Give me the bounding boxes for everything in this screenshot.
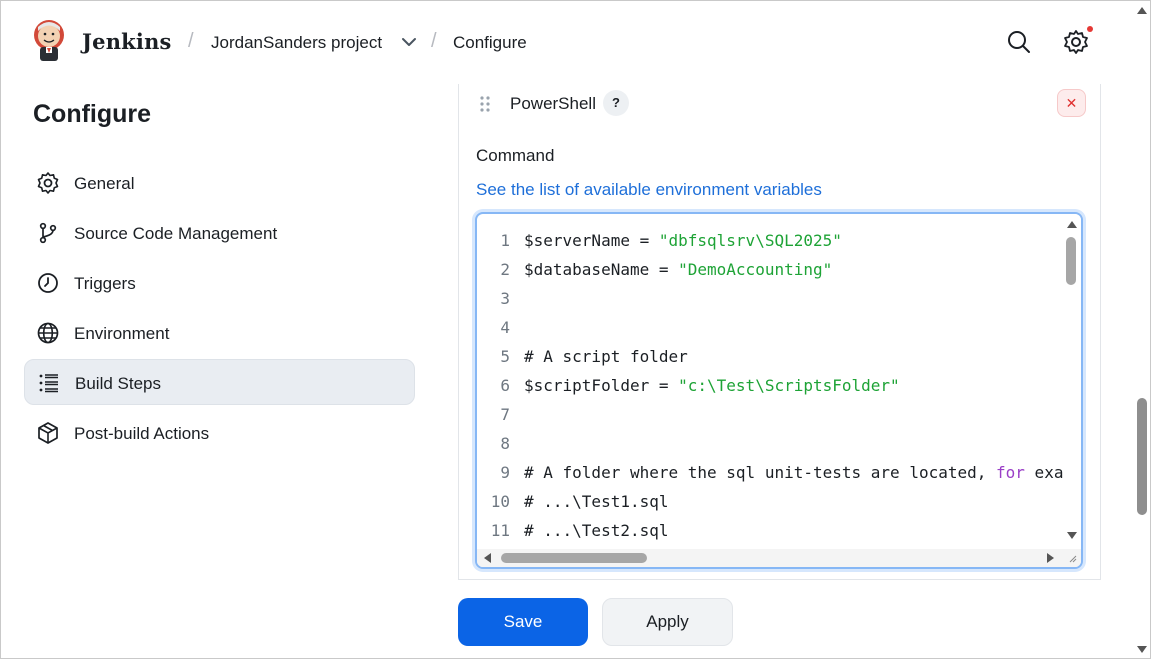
clock-icon: [38, 273, 58, 293]
code-line: 1 $serverName = "dbfsqlsrv\SQL2025": [477, 226, 1063, 255]
line-number: 7: [500, 405, 510, 424]
sidebar-item-label: Source Code Management: [74, 224, 278, 243]
sidebar-item-environment[interactable]: Environment: [24, 310, 415, 356]
branch-icon: [39, 222, 57, 244]
line-number: 3: [500, 289, 510, 308]
env-link-prefix: See: [476, 180, 507, 199]
scroll-right-icon[interactable]: [1047, 553, 1055, 563]
scroll-down-icon[interactable]: [1137, 646, 1147, 654]
gear-icon[interactable]: [1063, 29, 1089, 55]
env-vars-link[interactable]: the list of available environment variab…: [511, 180, 822, 199]
code-string: "c:\Test\ScriptsFolder": [678, 376, 900, 395]
code-line: 10 # ...\Test1.sql: [477, 487, 1063, 516]
scroll-down-icon[interactable]: [1067, 532, 1077, 540]
code-text: $scriptFolder =: [524, 376, 679, 395]
gear-icon: [37, 172, 59, 194]
command-editor[interactable]: 1 $serverName = "dbfsqlsrv\SQL2025" 2 $dat…: [475, 212, 1083, 569]
sidebar-item-label: Environment: [74, 324, 170, 343]
breadcrumb-separator: /: [431, 30, 437, 52]
step-title: PowerShell: [510, 94, 596, 113]
editor-vertical-thumb[interactable]: [1066, 237, 1076, 285]
env-vars-link-row: See the list of available environment va…: [476, 180, 822, 200]
chevron-down-icon[interactable]: [398, 32, 420, 52]
code-line: 8: [477, 429, 1063, 458]
code-text: # A folder where the sql unit-tests are …: [524, 463, 997, 482]
code-text: exa: [1024, 463, 1063, 482]
search-icon[interactable]: [1006, 29, 1032, 55]
top-header: Jenkins / JordanSanders project / Config…: [0, 0, 1133, 84]
code-line: 3: [477, 284, 1063, 313]
jenkins-logo[interactable]: [30, 17, 68, 65]
line-number: 11: [490, 521, 510, 540]
save-button[interactable]: Save: [458, 598, 588, 646]
sidebar-item-label: Post-build Actions: [74, 424, 210, 443]
globe-icon: [37, 322, 59, 344]
remove-step-button[interactable]: ✕: [1057, 89, 1086, 117]
list-icon: [39, 374, 58, 393]
scroll-up-icon[interactable]: [1137, 6, 1147, 14]
code-line: 5 # A script folder: [477, 342, 1063, 371]
breadcrumb-separator: /: [188, 30, 194, 52]
code-keyword: for: [996, 463, 1025, 482]
scroll-left-icon[interactable]: [483, 553, 491, 563]
help-button[interactable]: ?: [603, 90, 629, 116]
sidebar-item-build-steps[interactable]: Build Steps: [24, 359, 415, 405]
code-string: "dbfsqlsrv\SQL2025": [658, 231, 842, 250]
notification-dot: [1087, 26, 1093, 32]
breadcrumb-configure[interactable]: Configure: [453, 33, 527, 53]
package-icon: [38, 422, 58, 444]
sidebar-item-label: General: [74, 174, 135, 193]
resize-grip-icon[interactable]: [1067, 553, 1077, 563]
drag-handle-icon[interactable]: [479, 95, 491, 113]
line-number: 10: [490, 492, 510, 511]
scroll-up-icon[interactable]: [1067, 220, 1077, 228]
line-number: 2: [500, 260, 510, 279]
code-area[interactable]: 1 $serverName = "dbfsqlsrv\SQL2025" 2 $dat…: [477, 226, 1063, 546]
sidebar-title: Configure: [33, 100, 152, 128]
code-text: $serverName =: [524, 231, 659, 250]
sidebar-item-general[interactable]: General: [24, 160, 415, 206]
page-scroll-thumb[interactable]: [1137, 398, 1147, 515]
page-scrollbar[interactable]: [1133, 0, 1150, 659]
line-number: 4: [500, 318, 510, 337]
line-number: 8: [500, 434, 510, 453]
line-number: 1: [500, 231, 510, 250]
code-line: 6 $scriptFolder = "c:\Test\ScriptsFolder": [477, 371, 1063, 400]
code-line: 2 $databaseName = "DemoAccounting": [477, 255, 1063, 284]
line-number: 6: [500, 376, 510, 395]
editor-horizontal-thumb[interactable]: [501, 553, 647, 563]
code-line: 4: [477, 313, 1063, 342]
apply-button[interactable]: Apply: [602, 598, 733, 646]
sidebar-item-post-build-actions[interactable]: Post-build Actions: [24, 410, 415, 456]
code-line: 11 # ...\Test2.sql: [477, 516, 1063, 545]
code-text: $databaseName =: [524, 260, 679, 279]
sidebar-item-label: Triggers: [74, 274, 136, 293]
code-text: # ...\Test1.sql: [524, 492, 669, 511]
sidebar-item-source-code-management[interactable]: Source Code Management: [24, 210, 415, 256]
command-label: Command: [476, 146, 555, 165]
code-line: 7: [477, 400, 1063, 429]
code-text: # A script folder: [524, 347, 688, 366]
line-number: 5: [500, 347, 510, 366]
brand-name[interactable]: Jenkins: [82, 29, 172, 54]
code-string: "DemoAccounting": [678, 260, 833, 279]
code-line: 9 # A folder where the sql unit-tests are…: [477, 458, 1063, 487]
line-number: 9: [500, 463, 510, 482]
code-text: # ...\Test2.sql: [524, 521, 669, 540]
sidebar-item-triggers[interactable]: Triggers: [24, 260, 415, 306]
sidebar-item-label: Build Steps: [75, 374, 161, 393]
breadcrumb-project[interactable]: JordanSanders project: [211, 33, 382, 53]
